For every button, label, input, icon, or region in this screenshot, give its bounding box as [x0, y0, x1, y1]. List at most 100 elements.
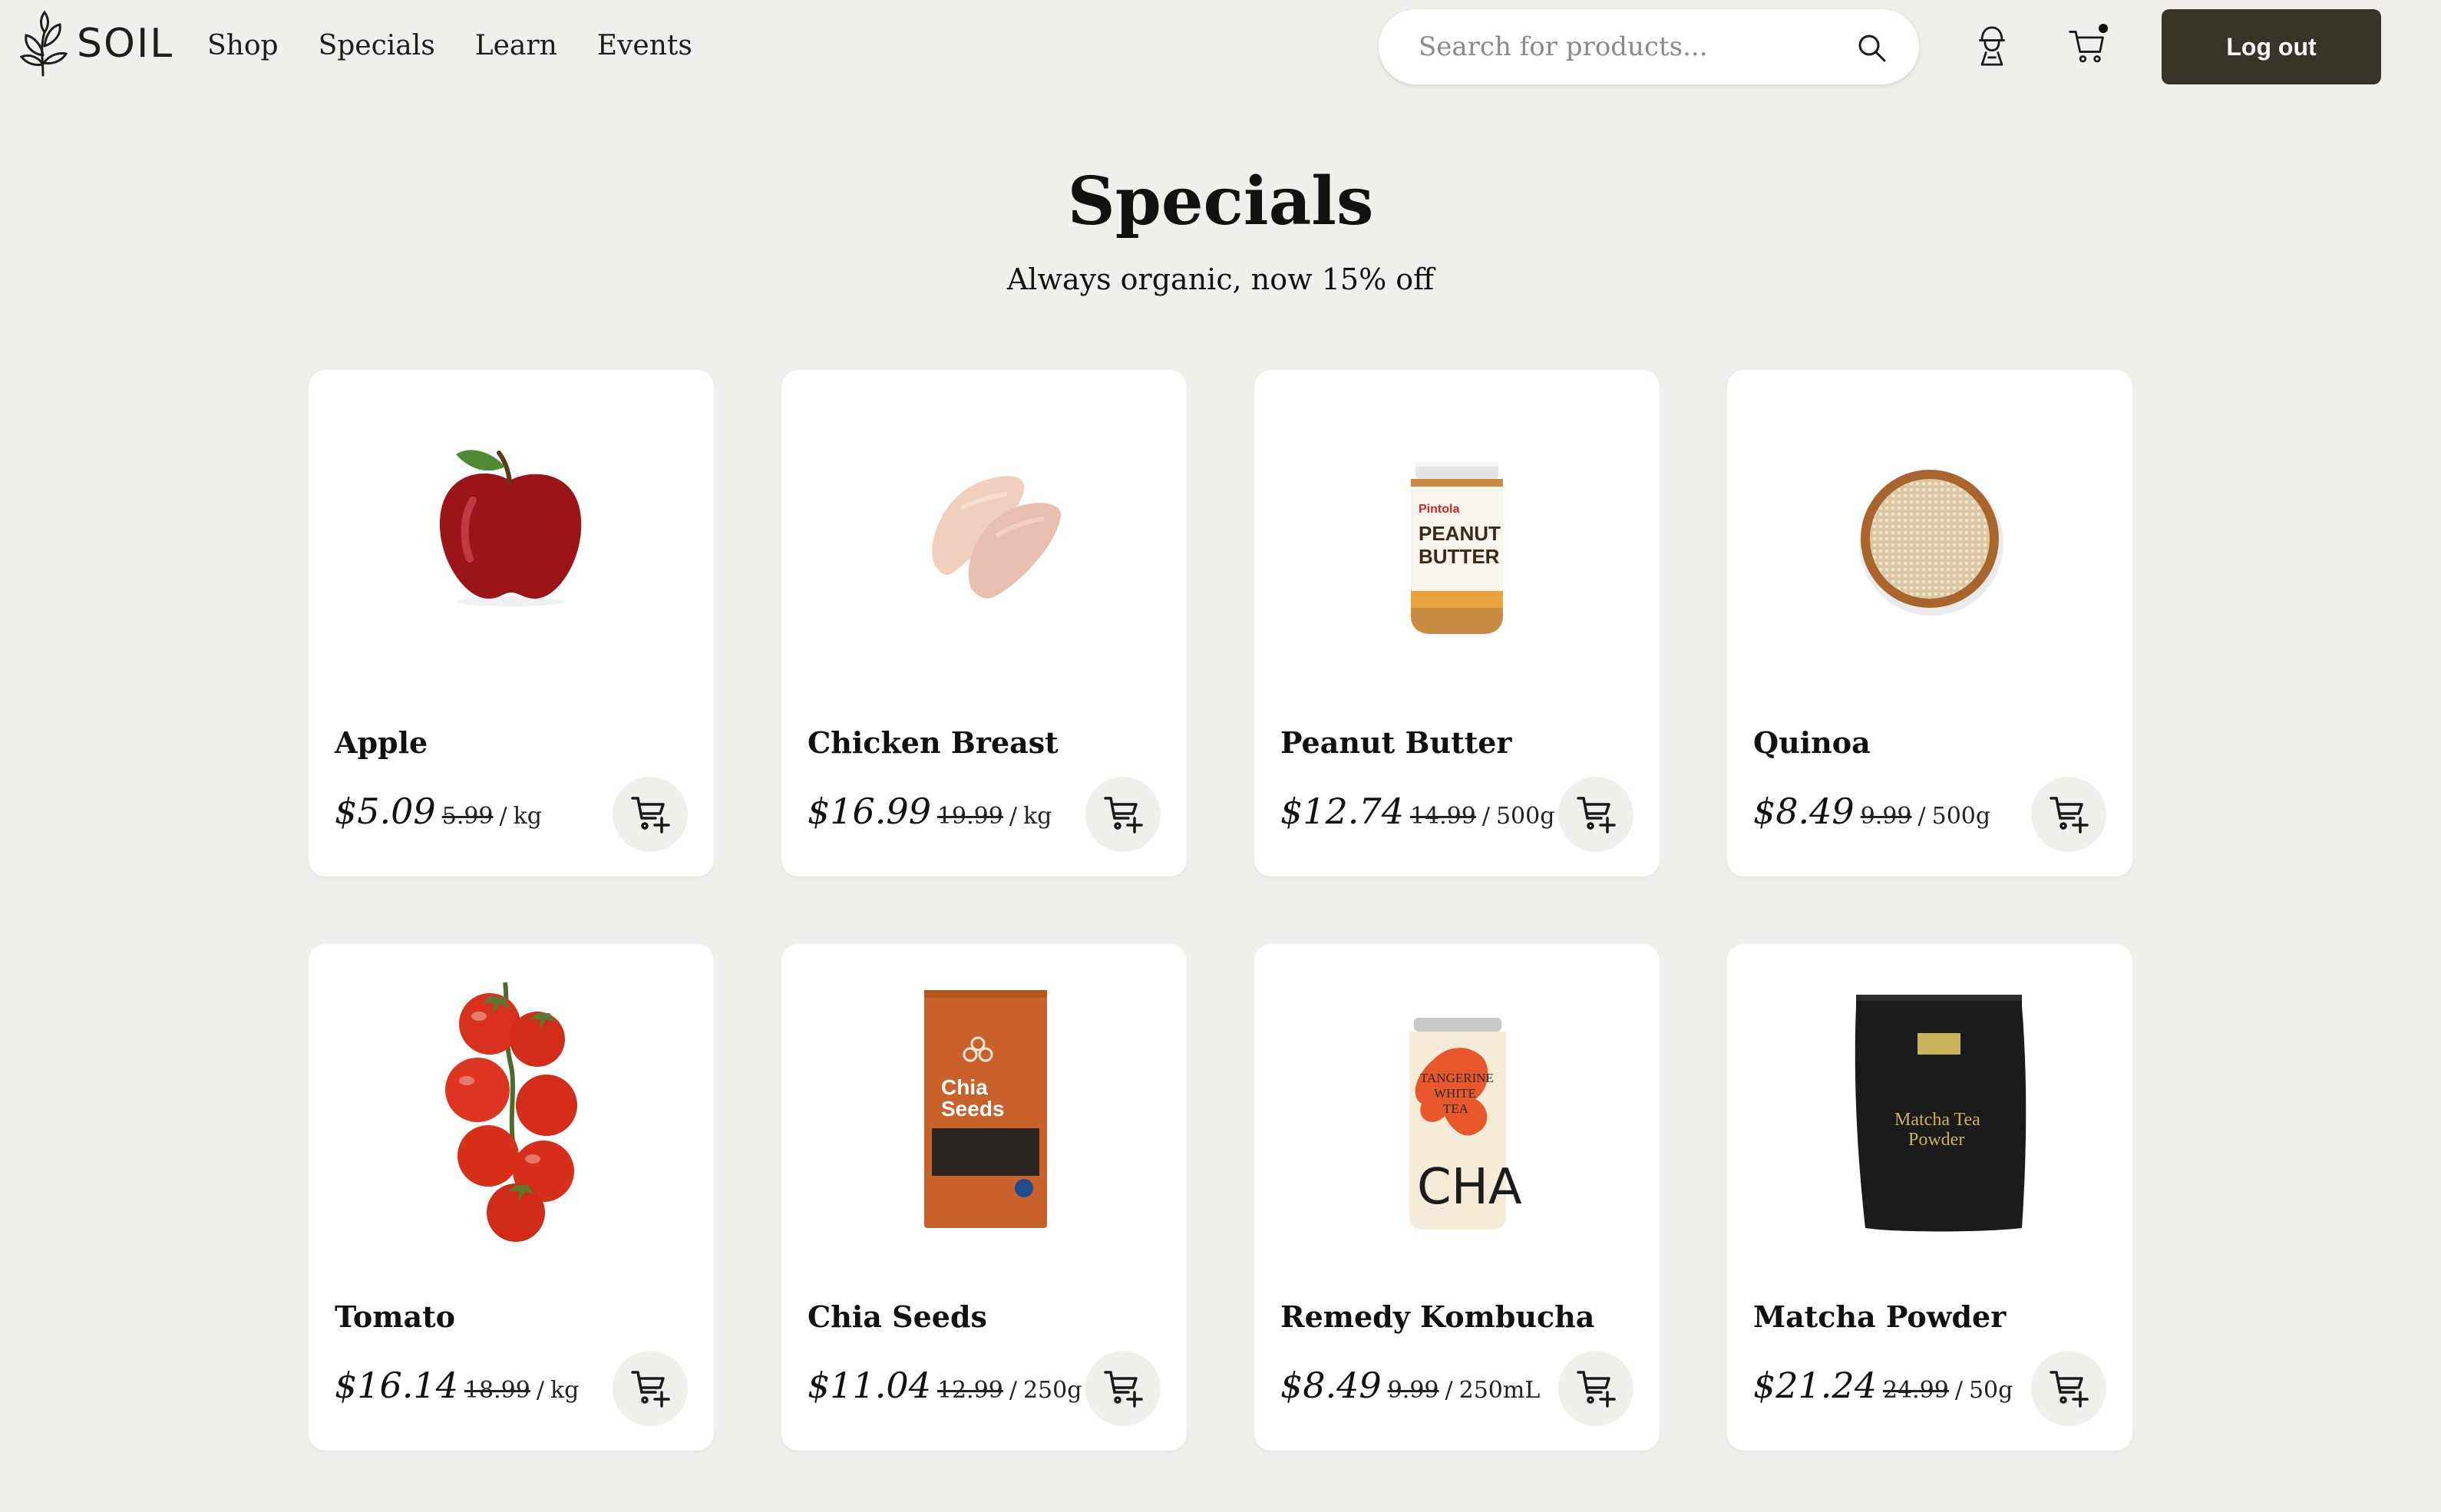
chia-seeds-image: Chia Seeds [924, 990, 1047, 1228]
cart-button[interactable] [2060, 19, 2114, 73]
product-image [1727, 401, 2132, 677]
product-card-apple[interactable]: Apple $5.09 5.99 / kg [309, 370, 714, 876]
price-unit: 500g [1495, 803, 1555, 830]
price-unit: kg [513, 803, 542, 830]
sale-price: $16.14 [335, 1365, 458, 1406]
product-card-peanut-butter[interactable]: Pintola PEANUT BUTTER Peanut Butter $12.… [1254, 370, 1660, 876]
price-row: $21.24 24.99 / 50g [1753, 1365, 2013, 1411]
price-unit: kg [550, 1377, 580, 1404]
price-separator: / [499, 803, 507, 830]
can-label-line2: WHITE [1434, 1086, 1476, 1101]
price-unit: 250g [1022, 1377, 1082, 1404]
product-image: Pintola PEANUT BUTTER [1254, 401, 1660, 677]
peanut-butter-image: Pintola PEANUT BUTTER [1411, 462, 1503, 634]
jar-label-line1: PEANUT [1419, 522, 1501, 545]
product-name: Chia Seeds [808, 1299, 987, 1334]
product-card-matcha-powder[interactable]: Matcha Tea Powder Matcha Powder $21.24 2… [1727, 944, 2132, 1451]
tomato-image [445, 982, 577, 1242]
price-row: $12.74 14.99 / 500g [1280, 791, 1554, 837]
cart-indicator-dot [2099, 24, 2108, 33]
price-separator: / [1481, 803, 1490, 830]
nav-shop[interactable]: Shop [207, 26, 279, 66]
sale-price: $8.49 [1280, 1365, 1382, 1406]
product-name: Peanut Butter [1280, 725, 1512, 760]
quinoa-image [1859, 470, 2003, 616]
logo[interactable]: SOIL [17, 9, 173, 78]
product-image: Matcha Tea Powder [1727, 975, 2132, 1251]
product-name: Apple [335, 725, 428, 760]
add-to-cart-button[interactable] [1558, 1351, 1633, 1426]
jar-brand-text: Pintola [1419, 503, 1459, 516]
profile-button[interactable] [1965, 19, 2019, 73]
price-separator: / [1917, 803, 1926, 830]
can-label-line3: TEA [1443, 1101, 1469, 1116]
search-input[interactable] [1419, 26, 1848, 68]
price-separator: / [1009, 803, 1017, 830]
bag-label-line2: Seeds [941, 1097, 1005, 1121]
product-card-quinoa[interactable]: Quinoa $8.49 9.99 / 500g [1727, 370, 2132, 876]
product-name: Tomato [335, 1299, 455, 1334]
add-to-cart-button[interactable] [1085, 1351, 1161, 1426]
add-to-cart-icon [1577, 797, 1616, 834]
original-price: 14.99 [1409, 803, 1476, 830]
search-bar [1379, 9, 1919, 84]
price-separator: / [1954, 1377, 1963, 1404]
product-image [309, 401, 714, 677]
price-unit: 500g [1931, 803, 1991, 830]
add-to-cart-button[interactable] [1085, 777, 1161, 852]
add-to-cart-button[interactable] [613, 1351, 688, 1426]
add-to-cart-icon [631, 797, 670, 834]
nav-learn[interactable]: Learn [475, 26, 557, 66]
original-price: 9.99 [1860, 803, 1912, 830]
brand-name: SOIL [77, 21, 174, 67]
add-to-cart-button[interactable] [1558, 777, 1633, 852]
logout-button[interactable]: Log out [2162, 9, 2381, 84]
original-price: 9.99 [1387, 1377, 1439, 1404]
nav-events[interactable]: Events [597, 26, 692, 66]
price-separator: / [536, 1377, 544, 1404]
nav-specials[interactable]: Specials [319, 26, 435, 66]
price-row: $8.49 9.99 / 500g [1753, 791, 1990, 837]
add-to-cart-icon [1104, 797, 1143, 834]
product-card-tomato[interactable]: Tomato $16.14 18.99 / kg [309, 944, 714, 1451]
chicken-breast-image [932, 476, 1062, 599]
add-to-cart-icon [2050, 1371, 2089, 1408]
search-icon[interactable] [1856, 32, 1887, 63]
product-card-chia-seeds[interactable]: Chia Seeds Chia Seeds $11.04 12.99 / 250… [781, 944, 1187, 1451]
site-header: SOIL Shop Specials Learn Events Search f… [0, 0, 2441, 92]
original-price: 24.99 [1882, 1377, 1949, 1404]
add-to-cart-button[interactable] [613, 777, 688, 852]
product-card-remedy-kombucha[interactable]: TANGERINE WHITE TEA CHA Remedy Kombucha … [1254, 944, 1660, 1451]
user-icon [1979, 26, 2005, 66]
product-image [309, 975, 714, 1251]
can-label-big: CHA [1417, 1159, 1522, 1216]
add-to-cart-icon [1104, 1371, 1143, 1408]
price-separator: / [1009, 1377, 1017, 1404]
add-to-cart-button[interactable] [2031, 777, 2106, 852]
price-row: $16.14 18.99 / kg [335, 1365, 579, 1411]
sale-price: $5.09 [335, 791, 436, 832]
main-nav: Shop Specials Learn Events [207, 26, 692, 66]
original-price: 5.99 [441, 803, 494, 830]
product-card-chicken-breast[interactable]: Chicken Breast $16.99 19.99 / kg [781, 370, 1187, 876]
sale-price: $21.24 [1753, 1365, 1877, 1406]
product-grid: Apple $5.09 5.99 / kg Chicken Breast $16… [309, 370, 2132, 1451]
sale-price: $16.99 [808, 791, 931, 832]
matcha-pouch-image: Matcha Tea Powder [1855, 995, 2026, 1232]
sale-price: $12.74 [1280, 791, 1404, 832]
soil-logo-icon [19, 10, 68, 77]
kombucha-can-image: TANGERINE WHITE TEA CHA [1409, 1018, 1522, 1230]
price-row: $5.09 5.99 / kg [335, 791, 542, 837]
sale-price: $11.04 [808, 1365, 931, 1406]
sale-price: $8.49 [1753, 791, 1855, 832]
price-separator: / [1445, 1377, 1453, 1404]
price-row: $11.04 12.99 / 250g [808, 1365, 1082, 1411]
add-to-cart-button[interactable] [2031, 1351, 2106, 1426]
product-image [781, 401, 1187, 677]
product-image: TANGERINE WHITE TEA CHA [1254, 975, 1660, 1251]
jar-label-line2: BUTTER [1419, 545, 1500, 568]
bag-label-line1: Chia [941, 1075, 988, 1099]
product-name: Matcha Powder [1753, 1299, 2007, 1334]
price-unit: 50g [1968, 1377, 2013, 1404]
original-price: 12.99 [936, 1377, 1003, 1404]
